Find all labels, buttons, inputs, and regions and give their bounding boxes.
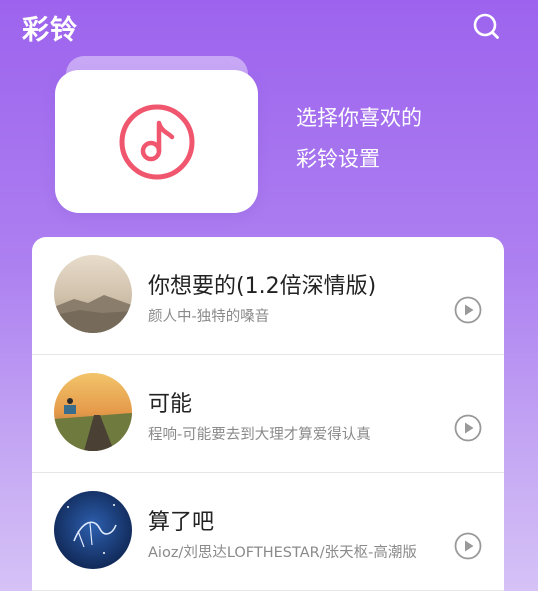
song-list: 你想要的(1.2倍深情版) 颜人中-独特的嗓音 可能 程响-可能要去到大理才算爱… [32,237,504,591]
search-icon [473,13,499,39]
play-button[interactable] [454,414,482,442]
play-button[interactable] [454,532,482,560]
play-icon [454,532,482,560]
song-artist: Aioz/刘思达LOFTHESTAR/张天枢-高潮版 [148,545,417,561]
hero-caption-line2: 彩铃设置 [296,147,380,171]
album-cover [54,255,132,333]
song-row[interactable]: 你想要的(1.2倍深情版) 颜人中-独特的嗓音 [32,237,504,355]
song-title: 你想要的(1.2倍深情版) [148,274,377,299]
hero-caption: 选择你喜欢的 彩铃设置 [296,98,422,180]
song-row[interactable]: 算了吧 Aioz/刘思达LOFTHESTAR/张天枢-高潮版 [32,473,504,591]
song-artist: 颜人中-独特的嗓音 [148,309,270,325]
music-note-icon [119,104,194,179]
play-icon [454,414,482,442]
ringtone-hero-card[interactable] [55,70,258,213]
app-title: 彩铃 [22,15,78,46]
album-cover [54,491,132,569]
search-button[interactable] [470,10,502,42]
song-row[interactable]: 可能 程响-可能要去到大理才算爱得认真 [32,355,504,473]
song-artist: 程响-可能要去到大理才算爱得认真 [148,427,371,443]
album-cover [54,373,132,451]
song-title: 可能 [148,392,193,417]
song-title: 算了吧 [148,510,215,535]
play-icon [454,296,482,324]
play-button[interactable] [454,296,482,324]
hero-caption-line1: 选择你喜欢的 [296,106,422,130]
